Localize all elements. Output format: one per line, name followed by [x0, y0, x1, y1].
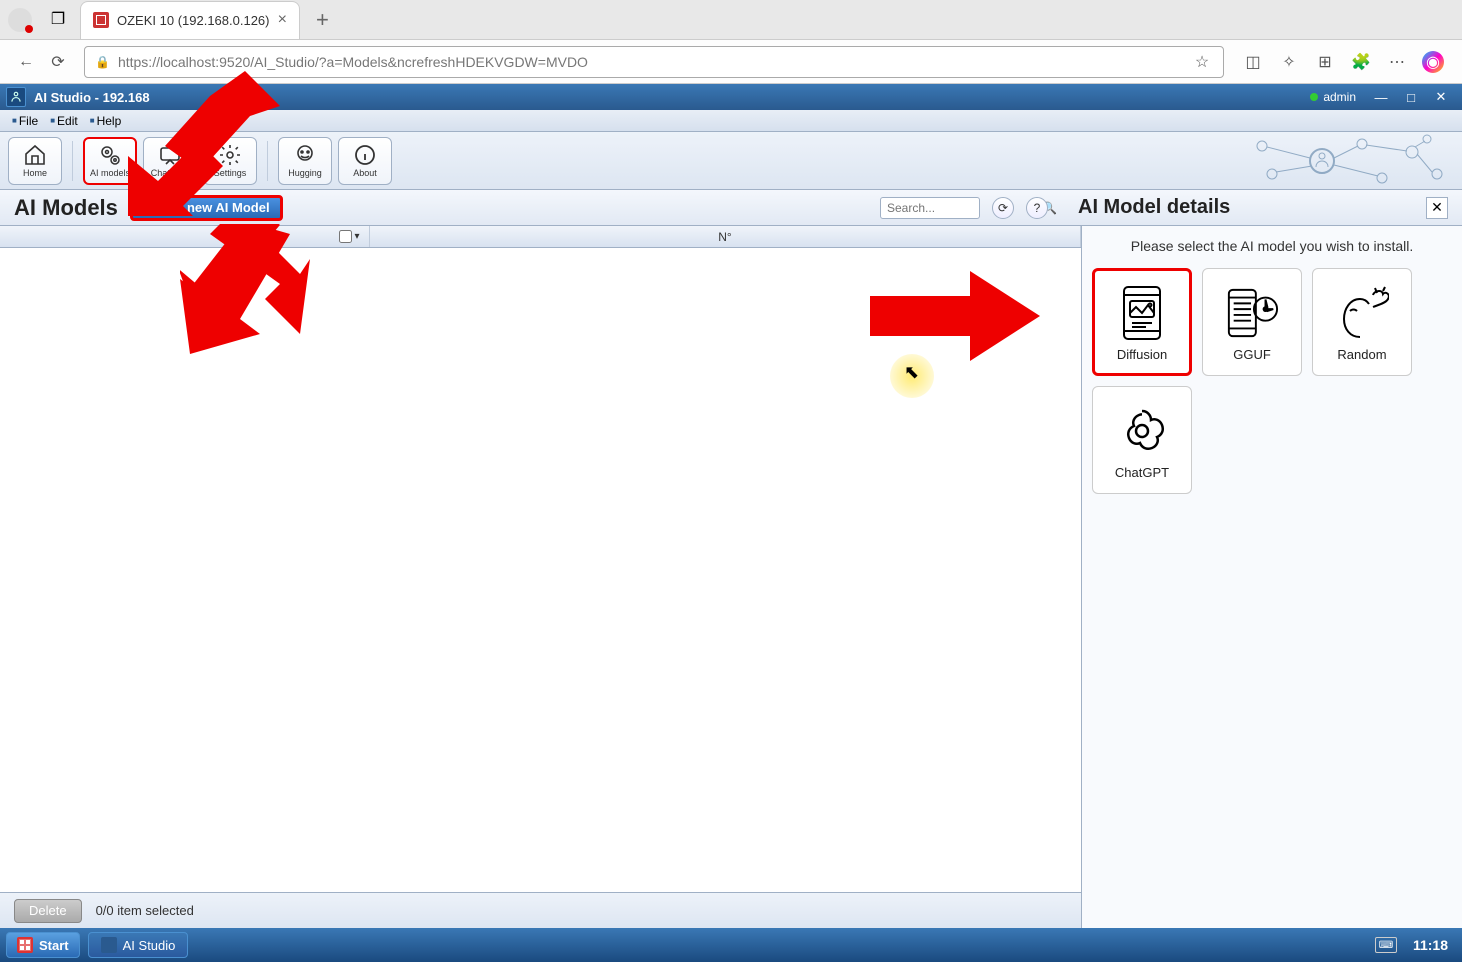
start-icon: [17, 937, 33, 953]
toolbar-home[interactable]: Home: [8, 137, 62, 185]
model-card-chatgpt[interactable]: ChatGPT: [1092, 386, 1192, 494]
start-label: Start: [39, 938, 69, 953]
gguf-icon: [1225, 283, 1279, 343]
status-dot-icon: [1310, 93, 1318, 101]
details-instruction: Please select the AI model you wish to i…: [1092, 238, 1452, 254]
header-checkbox-cell[interactable]: ▾: [330, 226, 370, 247]
delete-button[interactable]: Delete: [14, 899, 82, 923]
model-label: GGUF: [1233, 347, 1271, 362]
model-card-gguf[interactable]: GGUF: [1202, 268, 1302, 376]
table-header: ▾ N°: [0, 226, 1081, 248]
split-screen-icon[interactable]: ◫: [1242, 51, 1264, 73]
selection-count: 0/0 item selected: [96, 903, 194, 918]
address-bar: ← ⟳ 🔒 https://localhost:9520/AI_Studio/?…: [0, 40, 1462, 84]
admin-badge[interactable]: admin: [1310, 90, 1356, 104]
random-icon: [1335, 283, 1389, 343]
url-field[interactable]: 🔒 https://localhost:9520/AI_Studio/?a=Mo…: [84, 46, 1224, 78]
tab-close-icon[interactable]: ×: [278, 11, 287, 29]
hugging-icon: [293, 143, 317, 167]
menu-help[interactable]: ■Help: [84, 114, 128, 128]
table-footer: Delete 0/0 item selected: [0, 892, 1081, 928]
new-tab-button[interactable]: +: [316, 7, 329, 33]
details-panel: Please select the AI model you wish to i…: [1082, 226, 1462, 928]
model-card-diffusion[interactable]: Diffusion: [1092, 268, 1192, 376]
page-title: AI Models: [14, 195, 118, 221]
chat-icon: [158, 143, 182, 167]
diffusion-icon: [1115, 283, 1169, 343]
toolbar: Home AI models Chat bots Settings Huggin…: [0, 132, 1462, 190]
help-button[interactable]: ?: [1026, 197, 1048, 219]
close-button[interactable]: ✕: [1426, 86, 1456, 108]
menu-edit[interactable]: ■Edit: [44, 114, 84, 128]
copilot-icon[interactable]: ◉: [1422, 51, 1444, 73]
start-button[interactable]: Start: [6, 932, 80, 958]
search-box[interactable]: 🔍: [880, 197, 980, 219]
home-icon: [23, 143, 47, 167]
search-input[interactable]: [887, 201, 1042, 215]
workspaces-icon[interactable]: ❐: [48, 10, 68, 30]
reload-button[interactable]: ⟳: [42, 46, 74, 78]
tab-favicon-icon: [93, 12, 109, 28]
gear-icon: [98, 143, 122, 167]
toolbar-settings[interactable]: Settings: [203, 137, 257, 185]
collections-icon[interactable]: ⊞: [1314, 51, 1336, 73]
minimize-button[interactable]: —: [1366, 86, 1396, 108]
lock-icon: 🔒: [95, 55, 110, 69]
profile-avatar-icon[interactable]: [8, 8, 32, 32]
model-grid: Diffusion GGUF: [1092, 268, 1452, 494]
select-all-checkbox[interactable]: [339, 230, 352, 243]
tab-title: OZEKI 10 (192.168.0.126): [117, 13, 270, 28]
taskbar-ai-studio[interactable]: AI Studio: [88, 932, 189, 958]
settings-icon: [218, 143, 242, 167]
model-label: Diffusion: [1117, 347, 1167, 362]
taskbar: Start AI Studio ⌨ 11:18: [0, 928, 1462, 962]
task-label: AI Studio: [123, 938, 176, 953]
favorite-icon[interactable]: ☆: [1191, 51, 1213, 73]
toolbar-hugging[interactable]: Hugging: [278, 137, 332, 185]
url-text: https://localhost:9520/AI_Studio/?a=Mode…: [118, 54, 1191, 70]
models-list-panel: ▾ N° Delete 0/0 item selected ⬉: [0, 226, 1082, 928]
toolbar-about[interactable]: About: [338, 137, 392, 185]
refresh-button[interactable]: ⟳: [992, 197, 1014, 219]
back-button[interactable]: ←: [10, 46, 42, 78]
model-label: ChatGPT: [1115, 465, 1169, 480]
model-label: Random: [1337, 347, 1386, 362]
app-title-bar: AI Studio - 192.168 admin — □ ✕: [0, 84, 1462, 110]
app-logo-icon: [6, 87, 26, 107]
browser-tab[interactable]: OZEKI 10 (192.168.0.126) ×: [80, 1, 300, 39]
chatgpt-icon: [1115, 401, 1169, 461]
details-title: AI Model details: [1078, 196, 1426, 219]
main-content: ▾ N° Delete 0/0 item selected ⬉ Please s…: [0, 226, 1462, 928]
clock: 11:18: [1405, 937, 1456, 953]
close-panel-button[interactable]: ✕: [1426, 197, 1448, 219]
menu-file[interactable]: ■File: [6, 114, 44, 128]
content-header: AI Models Create new AI Model 🔍 ⟳ ? AI M…: [0, 190, 1462, 226]
browser-tab-strip: ❐ OZEKI 10 (192.168.0.126) × +: [0, 0, 1462, 40]
app-title: AI Studio - 192.168: [34, 90, 1310, 105]
menu-bar: ■File ■Edit ■Help: [0, 110, 1462, 132]
keyboard-icon[interactable]: ⌨: [1375, 937, 1397, 953]
create-new-ai-model-button[interactable]: Create new AI Model: [130, 195, 283, 221]
info-icon: [353, 143, 377, 167]
toolbar-separator: [267, 141, 268, 181]
toolbar-ai-models[interactable]: AI models: [83, 137, 137, 185]
admin-label: admin: [1323, 90, 1356, 104]
header-number[interactable]: N°: [370, 226, 1081, 247]
table-body: [0, 248, 1081, 892]
extensions-icon[interactable]: 🧩: [1350, 51, 1372, 73]
task-icon: [101, 937, 117, 953]
network-decoration: [1232, 134, 1452, 188]
maximize-button[interactable]: □: [1396, 86, 1426, 108]
model-card-random[interactable]: Random: [1312, 268, 1412, 376]
more-icon[interactable]: ⋯: [1386, 51, 1408, 73]
favorites-icon[interactable]: ✧: [1278, 51, 1300, 73]
toolbar-separator: [72, 141, 73, 181]
toolbar-chat-bots[interactable]: Chat bots: [143, 137, 197, 185]
